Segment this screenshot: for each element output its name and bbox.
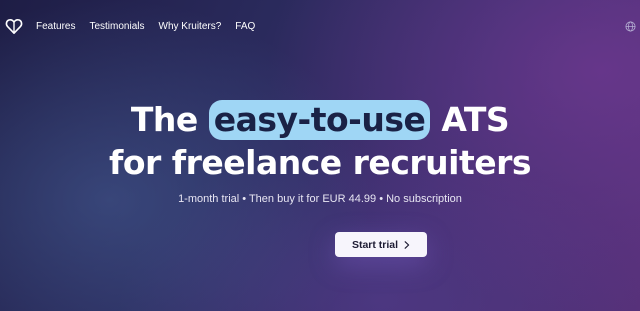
- nav-links: Features Testimonials Why Kruiters? FAQ: [36, 20, 255, 34]
- globe-icon[interactable]: [625, 21, 636, 32]
- hero-title-part2: ATS: [441, 100, 510, 139]
- hero-title-part1: The: [130, 100, 198, 139]
- start-trial-label: Start trial: [351, 238, 399, 251]
- chevron-right-icon: [404, 240, 410, 249]
- hero-title-highlight: easy-to-use: [208, 100, 431, 140]
- nav-link-features[interactable]: Features: [36, 20, 75, 34]
- nav-link-testimonials[interactable]: Testimonials: [89, 20, 144, 34]
- hero-subtitle: 1-month trial • Then buy it for EUR 44.9…: [178, 193, 462, 205]
- nav-link-why-kruiters[interactable]: Why Kruiters?: [159, 20, 222, 34]
- start-trial-button[interactable]: Start trial: [335, 232, 427, 257]
- nav-link-faq[interactable]: FAQ: [235, 20, 255, 34]
- hero-title-line-1: The easy-to-use ATS: [0, 98, 640, 141]
- hero-title-line-2: for freelance recruiters: [108, 143, 532, 182]
- hero-title: The easy-to-use ATS for freelance recrui…: [0, 98, 640, 184]
- top-navigation: Features Testimonials Why Kruiters? FAQ: [0, 0, 640, 54]
- heart-logo-icon[interactable]: [5, 17, 23, 35]
